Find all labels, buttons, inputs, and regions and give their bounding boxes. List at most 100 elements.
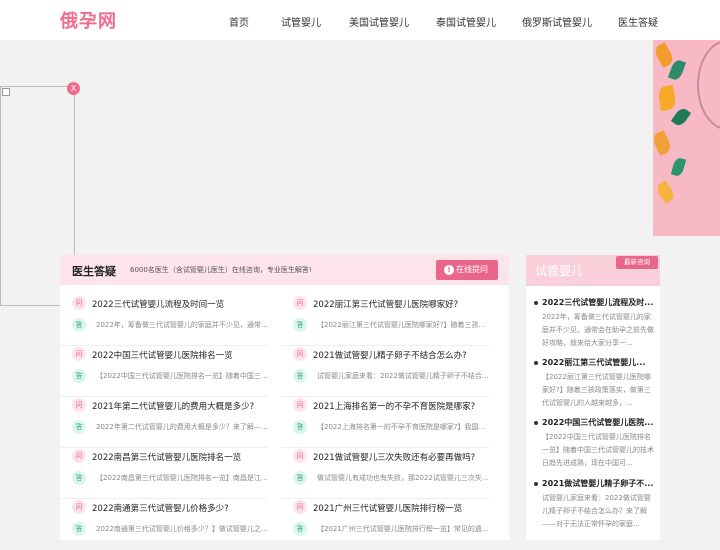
answer-icon: 答	[293, 522, 307, 536]
question-icon: 问	[293, 449, 307, 463]
panel-header: 医生答疑 6000名医生（含试管婴儿医生）在线咨询，专业医生解答! ! 在线提问	[60, 255, 509, 285]
ivf-sidebar: 试管婴儿 最新咨询 2022三代试管婴儿流程及时... 2022年，筹备做三代试…	[526, 255, 660, 540]
banner-image[interactable]	[653, 40, 720, 236]
answer-text: 【2022中国三代试管婴儿医院排名一览】随着中国三代试...	[96, 372, 268, 380]
answer-icon: 答	[72, 522, 86, 536]
nav-russia-ivf[interactable]: 俄罗斯试管婴儿	[522, 14, 592, 29]
leaf-decoration	[654, 180, 677, 204]
answer-text: 2022年第二代试管婴儿的费用大概是多少？来了解——二...	[96, 423, 268, 431]
answer-text: 2022年，筹备做三代试管婴儿的家庭并不少见，通常会在...	[96, 321, 268, 329]
question-icon: 问	[293, 347, 307, 361]
question-text[interactable]: 2021做试管婴儿三次失败还有必要再做吗?	[313, 451, 491, 463]
qa-item[interactable]: 问 2021做试管婴儿三次失败还有必要再做吗? 答 做试管婴儿有成功也有失败，那…	[281, 449, 489, 499]
answer-icon: 答	[72, 420, 86, 434]
question-icon: 问	[293, 296, 307, 310]
divider	[281, 447, 489, 448]
question-icon: 问	[72, 398, 86, 412]
question-text[interactable]: 2021广州三代试管婴儿医院排行榜一览	[313, 502, 491, 514]
answer-icon: 答	[293, 471, 307, 485]
leaf-decoration	[657, 84, 677, 112]
answer-text: 【2021广州三代试管婴儿医院排行榜一览】常见的遗传病...	[317, 525, 489, 533]
qa-item[interactable]: 问 2022南通第三代试管婴儿价格多少? 答 2022南通第三代试管婴儿价格多少…	[60, 500, 268, 550]
divider	[60, 498, 268, 499]
banner-decoration	[697, 40, 720, 130]
nav-doctor-qa[interactable]: 医生答疑	[618, 14, 658, 29]
bullet-icon	[534, 421, 538, 425]
nav-thailand-ivf[interactable]: 泰国试管婴儿	[436, 14, 496, 29]
qa-item[interactable]: 问 2022三代试管婴儿流程及时间一览 答 2022年，筹备做三代试管婴儿的家庭…	[60, 296, 268, 346]
ask-online-button[interactable]: ! 在线提问	[436, 260, 498, 280]
panel-title: 医生答疑	[72, 265, 116, 278]
question-icon: 问	[72, 449, 86, 463]
sidebar-article-title[interactable]: 2022中国三代试管婴儿医院...	[542, 417, 654, 428]
answer-text: 2022南通第三代试管婴儿价格多少？】做试管婴儿之前...	[96, 525, 268, 533]
sidebar-article[interactable]: 2022丽江第三代试管婴儿... 【2022丽江第三代试管婴儿医院哪家好?】随着…	[534, 357, 656, 413]
divider	[60, 345, 268, 346]
qa-item[interactable]: 问 2021广州三代试管婴儿医院排行榜一览 答 【2021广州三代试管婴儿医院排…	[281, 500, 489, 550]
qa-item[interactable]: 问 2022中国三代试管婴儿医院排名一览 答 【2022中国三代试管婴儿医院排名…	[60, 347, 268, 397]
question-icon: 问	[72, 500, 86, 514]
qa-item[interactable]: 问 2021上海排名第一的不孕不育医院是哪家? 答 【2022上海排名第一的不孕…	[281, 398, 489, 448]
question-icon: 问	[72, 347, 86, 361]
sidebar-article-desc: 试管婴儿家庭来看：2022做试管婴儿精子卵子不结合怎么办？来了解——对于无法正常…	[542, 494, 651, 528]
sidebar-article-title[interactable]: 2021做试管婴儿精子卵子不...	[542, 478, 654, 489]
qa-item[interactable]: 问 2021年第二代试管婴儿的费用大概是多少? 答 2022年第二代试管婴儿的费…	[60, 398, 268, 448]
answer-text: 做试管婴儿有成功也有失败，那2022试管婴儿三次失败还...	[317, 474, 489, 482]
bullet-icon	[534, 361, 538, 365]
qa-item[interactable]: 问 2021做试管婴儿精子卵子不结合怎么办? 答 试管婴儿家庭来看：2022做试…	[281, 347, 489, 397]
sidebar-article-desc: 2022年，筹备做三代试管婴儿的家庭并不少见，通常会在助孕之前先做好攻略，就来给…	[542, 313, 654, 347]
answer-icon: 答	[72, 318, 86, 332]
question-icon: 问	[72, 296, 86, 310]
divider	[281, 498, 489, 499]
sidebar-article-desc: 【2022中国三代试管婴儿医院排名一览】随着中国三代试管婴儿的技术日趋先进成熟，…	[542, 433, 654, 467]
sidebar-article-title[interactable]: 2022三代试管婴儿流程及时...	[542, 297, 654, 308]
site-logo[interactable]: 俄孕网	[60, 7, 117, 33]
answer-text: 【2022丽江第三代试管婴儿医院哪家好?】随着三孩政策...	[317, 321, 489, 329]
question-text[interactable]: 2021上海排名第一的不孕不育医院是哪家?	[313, 400, 491, 412]
leaf-decoration	[653, 130, 673, 156]
nav-home[interactable]: 首页	[229, 14, 249, 29]
sidebar-title: 试管婴儿	[535, 264, 584, 278]
question-icon: 问	[293, 398, 307, 412]
nav-ivf[interactable]: 试管婴儿	[281, 14, 321, 29]
bullet-icon	[534, 301, 538, 305]
answer-text: 【2022上海排名第一的不孕不育医院是哪家?】我国不孕...	[317, 423, 489, 431]
question-text[interactable]: 2021年第二代试管婴儿的费用大概是多少?	[92, 400, 270, 412]
divider	[281, 396, 489, 397]
nav-usa-ivf[interactable]: 美国试管婴儿	[349, 14, 409, 29]
answer-icon: 答	[293, 420, 307, 434]
answer-icon: 答	[293, 369, 307, 383]
doctor-qa-panel: 医生答疑 6000名医生（含试管婴儿医生）在线咨询，专业医生解答! ! 在线提问…	[60, 255, 509, 540]
divider	[60, 447, 268, 448]
question-text[interactable]: 2022南通第三代试管婴儿价格多少?	[92, 502, 270, 514]
answer-text: 【2022南昌第三代试管婴儿医院排名一览】南昌是江西省...	[96, 474, 268, 482]
qa-item[interactable]: 问 2022南昌第三代试管婴儿医院排名一览 答 【2022南昌第三代试管婴儿医院…	[60, 449, 268, 499]
leaf-decoration	[670, 156, 687, 178]
divider	[60, 396, 268, 397]
question-text[interactable]: 2022三代试管婴儿流程及时间一览	[92, 298, 270, 310]
ad-close-button[interactable]: X	[67, 82, 80, 95]
answer-icon: 答	[293, 318, 307, 332]
question-icon: 问	[293, 500, 307, 514]
panel-subtitle: 6000名医生（含试管婴儿医生）在线咨询，专业医生解答!	[130, 266, 312, 274]
question-text[interactable]: 2021做试管婴儿精子卵子不结合怎么办?	[313, 349, 491, 361]
question-text[interactable]: 2022丽江第三代试管婴儿医院哪家好?	[313, 298, 491, 310]
ask-online-label: 在线提问	[456, 265, 488, 274]
top-header: 俄孕网 首页 试管婴儿 美国试管婴儿 泰国试管婴儿 俄罗斯试管婴儿 医生答疑	[0, 0, 720, 40]
leaf-decoration	[670, 106, 692, 128]
question-text[interactable]: 2022中国三代试管婴儿医院排名一览	[92, 349, 270, 361]
sidebar-article[interactable]: 2022三代试管婴儿流程及时... 2022年，筹备做三代试管婴儿的家庭并不少见…	[534, 297, 656, 353]
sidebar-article-desc: 【2022丽江第三代试管婴儿医院哪家好?】随着三孩政策落实，做第三代试管婴儿的人…	[542, 373, 651, 407]
answer-icon: 答	[72, 471, 86, 485]
latest-consult-badge: 最新咨询	[616, 256, 658, 269]
answer-text: 试管婴儿家庭来看：2022做试管婴儿精子卵子不结合怎么...	[317, 372, 489, 380]
answer-icon: 答	[72, 369, 86, 383]
question-text[interactable]: 2022南昌第三代试管婴儿医院排名一览	[92, 451, 270, 463]
qa-item[interactable]: 问 2022丽江第三代试管婴儿医院哪家好? 答 【2022丽江第三代试管婴儿医院…	[281, 296, 489, 346]
sidebar-article[interactable]: 2021做试管婴儿精子卵子不... 试管婴儿家庭来看：2022做试管婴儿精子卵子…	[534, 478, 656, 534]
bullet-icon	[534, 482, 538, 486]
sidebar-article-title[interactable]: 2022丽江第三代试管婴儿...	[542, 357, 654, 368]
divider	[281, 345, 489, 346]
sidebar-header: 试管婴儿 最新咨询	[526, 255, 660, 286]
sidebar-article[interactable]: 2022中国三代试管婴儿医院... 【2022中国三代试管婴儿医院排名一览】随着…	[534, 417, 656, 473]
